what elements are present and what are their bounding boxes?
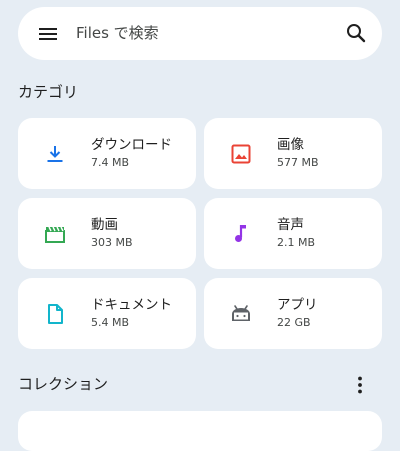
video-icon — [45, 226, 65, 243]
category-card-downloads[interactable]: ダウンロード 7.4 MB — [18, 118, 196, 189]
search-placeholder[interactable]: Files で検索 — [76, 23, 159, 43]
android-icon — [232, 305, 250, 321]
category-card-audio[interactable]: 音声 2.1 MB — [204, 198, 382, 269]
category-card-images[interactable]: 画像 577 MB — [204, 118, 382, 189]
audio-icon — [235, 225, 246, 242]
category-size: 577 MB — [277, 156, 319, 169]
category-size: 7.4 MB — [91, 156, 130, 169]
more-vert-icon[interactable] — [348, 373, 372, 397]
search-icon[interactable] — [344, 21, 368, 45]
category-size: 303 MB — [91, 236, 133, 249]
categories-title: カテゴリ — [18, 83, 79, 101]
category-label: 画像 — [277, 137, 304, 153]
category-label: 動画 — [91, 217, 118, 233]
search-bar[interactable]: Files で検索 — [18, 7, 382, 60]
collection-card[interactable] — [18, 411, 382, 451]
category-label: ダウンロード — [91, 137, 172, 153]
image-icon — [231, 144, 251, 164]
document-icon — [48, 304, 63, 324]
collections-title: コレクション — [18, 375, 109, 393]
category-label: アプリ — [277, 297, 318, 313]
category-size: 2.1 MB — [277, 236, 316, 249]
menu-icon[interactable] — [36, 22, 60, 46]
category-card-apps[interactable]: アプリ 22 GB — [204, 278, 382, 349]
category-label: 音声 — [277, 217, 304, 233]
category-card-videos[interactable]: 動画 303 MB — [18, 198, 196, 269]
category-label: ドキュメント — [91, 297, 172, 313]
download-icon — [47, 146, 63, 162]
category-size: 5.4 MB — [91, 316, 130, 329]
category-card-documents[interactable]: ドキュメント 5.4 MB — [18, 278, 196, 349]
category-size: 22 GB — [277, 316, 311, 329]
